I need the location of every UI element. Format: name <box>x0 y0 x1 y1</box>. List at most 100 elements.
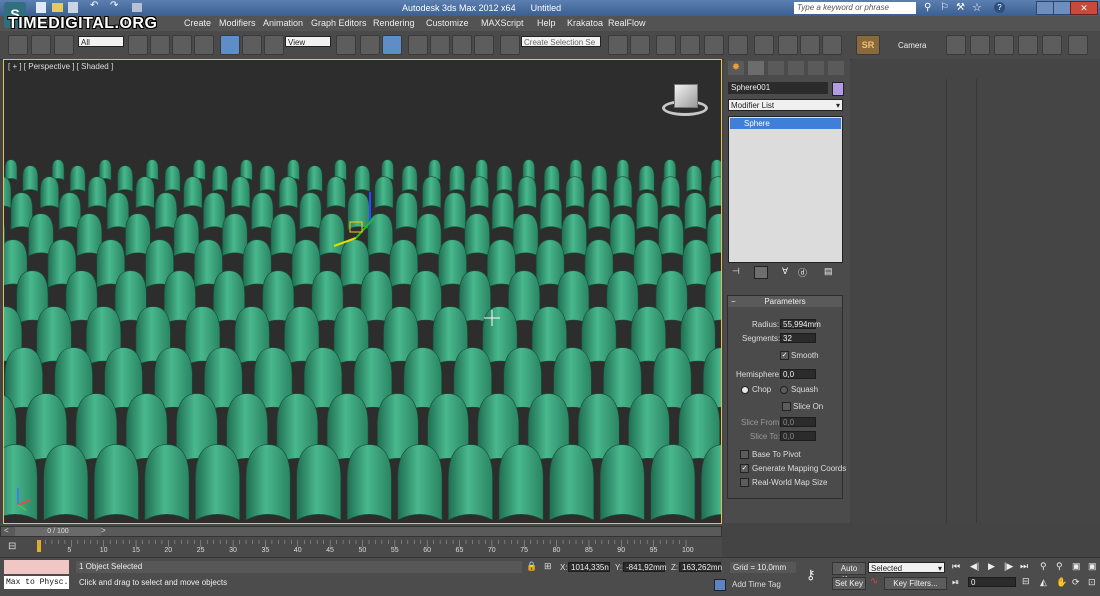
pan-view-icon[interactable]: ✋ <box>1056 577 1067 588</box>
holdfetch-icon[interactable] <box>132 3 142 12</box>
select-and-rotate-icon[interactable] <box>242 35 262 55</box>
maxscript-mini-listener-pink[interactable] <box>4 560 69 574</box>
segments-spinner[interactable]: 32 <box>780 333 816 343</box>
utilities-tab-icon[interactable] <box>828 61 844 75</box>
viewcube[interactable] <box>660 84 710 120</box>
shell-object[interactable] <box>469 176 489 209</box>
new-file-icon[interactable] <box>36 2 46 13</box>
shell-object[interactable] <box>4 176 12 209</box>
shell-object[interactable] <box>650 444 696 521</box>
shell-object[interactable] <box>135 176 155 209</box>
shell-object[interactable] <box>245 444 291 521</box>
field-of-view-icon[interactable]: ◭ <box>1040 577 1047 588</box>
select-and-link-icon[interactable] <box>8 35 28 55</box>
rollout-header[interactable]: − Parameters <box>728 296 842 307</box>
shell-object[interactable] <box>549 444 595 521</box>
shell-object[interactable] <box>686 165 702 192</box>
make-unique-icon[interactable]: ∀ <box>782 266 788 277</box>
shell-object[interactable] <box>98 159 112 181</box>
shell-object[interactable] <box>154 192 178 230</box>
display-tab-icon[interactable] <box>808 61 824 75</box>
shell-object[interactable] <box>591 165 608 192</box>
remove-modifier-icon[interactable]: ⓓ <box>798 266 807 279</box>
unlink-icon[interactable] <box>31 35 51 55</box>
modifier-stack[interactable]: Sphere <box>728 116 843 263</box>
shell-object[interactable] <box>613 176 633 209</box>
squash-radio[interactable] <box>780 386 788 394</box>
minimize-button[interactable] <box>1036 1 1054 15</box>
sr-button[interactable]: SR <box>856 35 880 55</box>
subscription-icon[interactable]: ⚒ <box>956 2 965 13</box>
camera-label[interactable]: Camera <box>898 41 926 50</box>
menu-rendering[interactable]: Rendering <box>373 18 415 28</box>
shell-object[interactable] <box>561 213 587 257</box>
shell-object[interactable] <box>449 165 465 192</box>
add-time-tag-label[interactable]: Add Time Tag <box>732 580 781 589</box>
save-file-icon[interactable] <box>68 2 78 13</box>
time-slider-thumb[interactable]: 0 / 100 <box>15 527 101 536</box>
slider-next-icon[interactable]: > <box>101 526 106 535</box>
spinner-snap-icon[interactable] <box>474 35 494 55</box>
shell-object[interactable] <box>296 444 342 521</box>
shell-object[interactable] <box>173 213 200 257</box>
chop-radio[interactable] <box>741 386 749 394</box>
go-to-start-icon[interactable]: ⏮ <box>952 561 960 572</box>
shell-object[interactable] <box>40 176 60 209</box>
shell-object[interactable] <box>401 165 418 192</box>
time-slider[interactable]: < 0 / 100 > <box>0 526 722 537</box>
shell-object[interactable] <box>4 444 38 521</box>
key-mode-toggle-icon[interactable]: ⏯ <box>952 577 959 588</box>
material-editor-icon[interactable] <box>754 35 774 55</box>
zoom-extents-all-icon[interactable]: ▣ <box>1088 561 1097 572</box>
shell-object[interactable] <box>212 165 228 192</box>
modify-tab-icon[interactable] <box>748 61 764 75</box>
redo-icon[interactable]: ↷ <box>110 0 118 11</box>
graphite-toolbar-icon[interactable] <box>680 35 700 55</box>
y-coordinate-field[interactable]: -841,92mm <box>623 562 666 572</box>
shell-object[interactable] <box>422 176 442 209</box>
curve-editor-icon[interactable] <box>704 35 724 55</box>
previous-frame-icon[interactable]: ◀| <box>970 561 979 572</box>
camera-tool-1-icon[interactable] <box>946 35 966 55</box>
help-icon[interactable]: ? <box>994 2 1005 13</box>
rectangular-selection-icon[interactable] <box>172 35 192 55</box>
align-icon[interactable] <box>630 35 650 55</box>
shell-object[interactable] <box>397 444 443 521</box>
shell-object[interactable] <box>251 192 274 230</box>
shell-object[interactable] <box>326 176 346 209</box>
configure-modifier-sets-icon[interactable]: ▤ <box>824 266 833 277</box>
slice-on-checkbox[interactable] <box>782 402 791 411</box>
menu-realflow[interactable]: RealFlow <box>608 18 646 28</box>
keyboard-shortcut-override-icon[interactable] <box>382 35 402 55</box>
shell-object[interactable] <box>69 165 86 192</box>
shell-object[interactable] <box>539 192 563 230</box>
maxscript-mini-listener[interactable]: Max to Physc. <box>4 576 69 589</box>
zoom-icon[interactable]: ⚲ <box>1040 561 1047 572</box>
menu-maxscript[interactable]: MAXScript <box>481 18 524 28</box>
shell-object[interactable] <box>270 213 297 257</box>
x-coordinate-field[interactable]: 1014,335n <box>568 562 610 572</box>
slider-prev-icon[interactable]: < <box>4 526 9 535</box>
shell-object[interactable] <box>43 444 89 521</box>
shell-object[interactable] <box>144 444 190 521</box>
snaps-toggle-icon[interactable] <box>408 35 428 55</box>
perspective-viewport[interactable]: [ + ] [ Perspective ] [ Shaded ] <box>3 59 722 524</box>
track-bar[interactable]: 5 10 15 20 25 30 35 40 45 50 55 60 65 70 75 80 85 90 95 100 <box>30 539 720 555</box>
open-mini-curve-editor-icon[interactable]: ⊟ <box>8 541 22 553</box>
shell-object[interactable] <box>638 165 655 192</box>
shell-object[interactable] <box>58 192 81 230</box>
show-end-result-icon[interactable] <box>754 266 768 279</box>
key-tangent-icon[interactable]: ∿ <box>870 576 878 587</box>
maximize-viewport-icon[interactable]: ⊡ <box>1088 577 1096 588</box>
play-icon[interactable]: ▶ <box>988 561 995 572</box>
slice-to-spinner[interactable]: 0,0 <box>780 431 816 441</box>
menu-animation[interactable]: Animation <box>263 18 303 28</box>
shell-object[interactable] <box>51 159 65 181</box>
camera-tool-3-icon[interactable] <box>994 35 1014 55</box>
shell-object[interactable] <box>222 213 248 257</box>
shell-object[interactable] <box>415 213 442 257</box>
selection-filter-dropdown[interactable]: All <box>78 36 124 47</box>
shell-object[interactable] <box>660 176 680 209</box>
camera-tool-2-icon[interactable] <box>970 35 990 55</box>
favorites-icon[interactable]: ☆ <box>972 1 982 14</box>
